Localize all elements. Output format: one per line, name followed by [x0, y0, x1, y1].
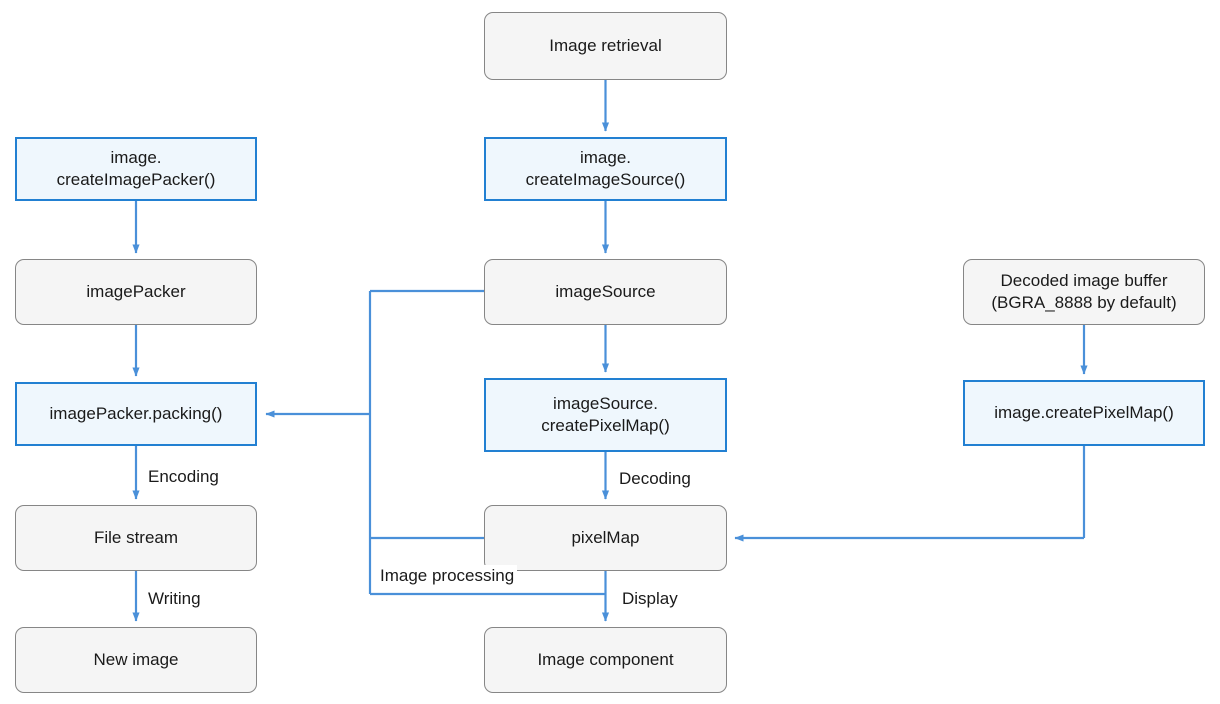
node-new-image[interactable]: New image [15, 627, 257, 693]
edge-label-display: Display [619, 588, 681, 611]
node-image-create-pixelmap[interactable]: image.createPixelMap() [963, 380, 1205, 446]
edge-label-writing: Writing [145, 588, 204, 611]
node-image-component[interactable]: Image component [484, 627, 727, 693]
node-create-image-packer[interactable]: image. createImagePacker() [15, 137, 257, 201]
node-pixel-map[interactable]: pixelMap [484, 505, 727, 571]
node-create-image-source[interactable]: image. createImageSource() [484, 137, 727, 201]
edge-label-image-processing: Image processing [377, 565, 518, 588]
node-image-source-create-pixelmap[interactable]: imageSource. createPixelMap() [484, 378, 727, 452]
node-image-retrieval[interactable]: Image retrieval [484, 12, 727, 80]
node-image-source[interactable]: imageSource [484, 259, 727, 325]
edge-label-encoding: Encoding [145, 466, 222, 489]
flowchart-canvas: Image retrieval image. createImagePacker… [0, 0, 1220, 704]
node-image-packer[interactable]: imagePacker [15, 259, 257, 325]
node-decoded-image-buffer[interactable]: Decoded image buffer (BGRA_8888 by defau… [963, 259, 1205, 325]
edge-label-decoding: Decoding [616, 468, 694, 491]
node-file-stream[interactable]: File stream [15, 505, 257, 571]
node-image-packer-packing[interactable]: imagePacker.packing() [15, 382, 257, 446]
